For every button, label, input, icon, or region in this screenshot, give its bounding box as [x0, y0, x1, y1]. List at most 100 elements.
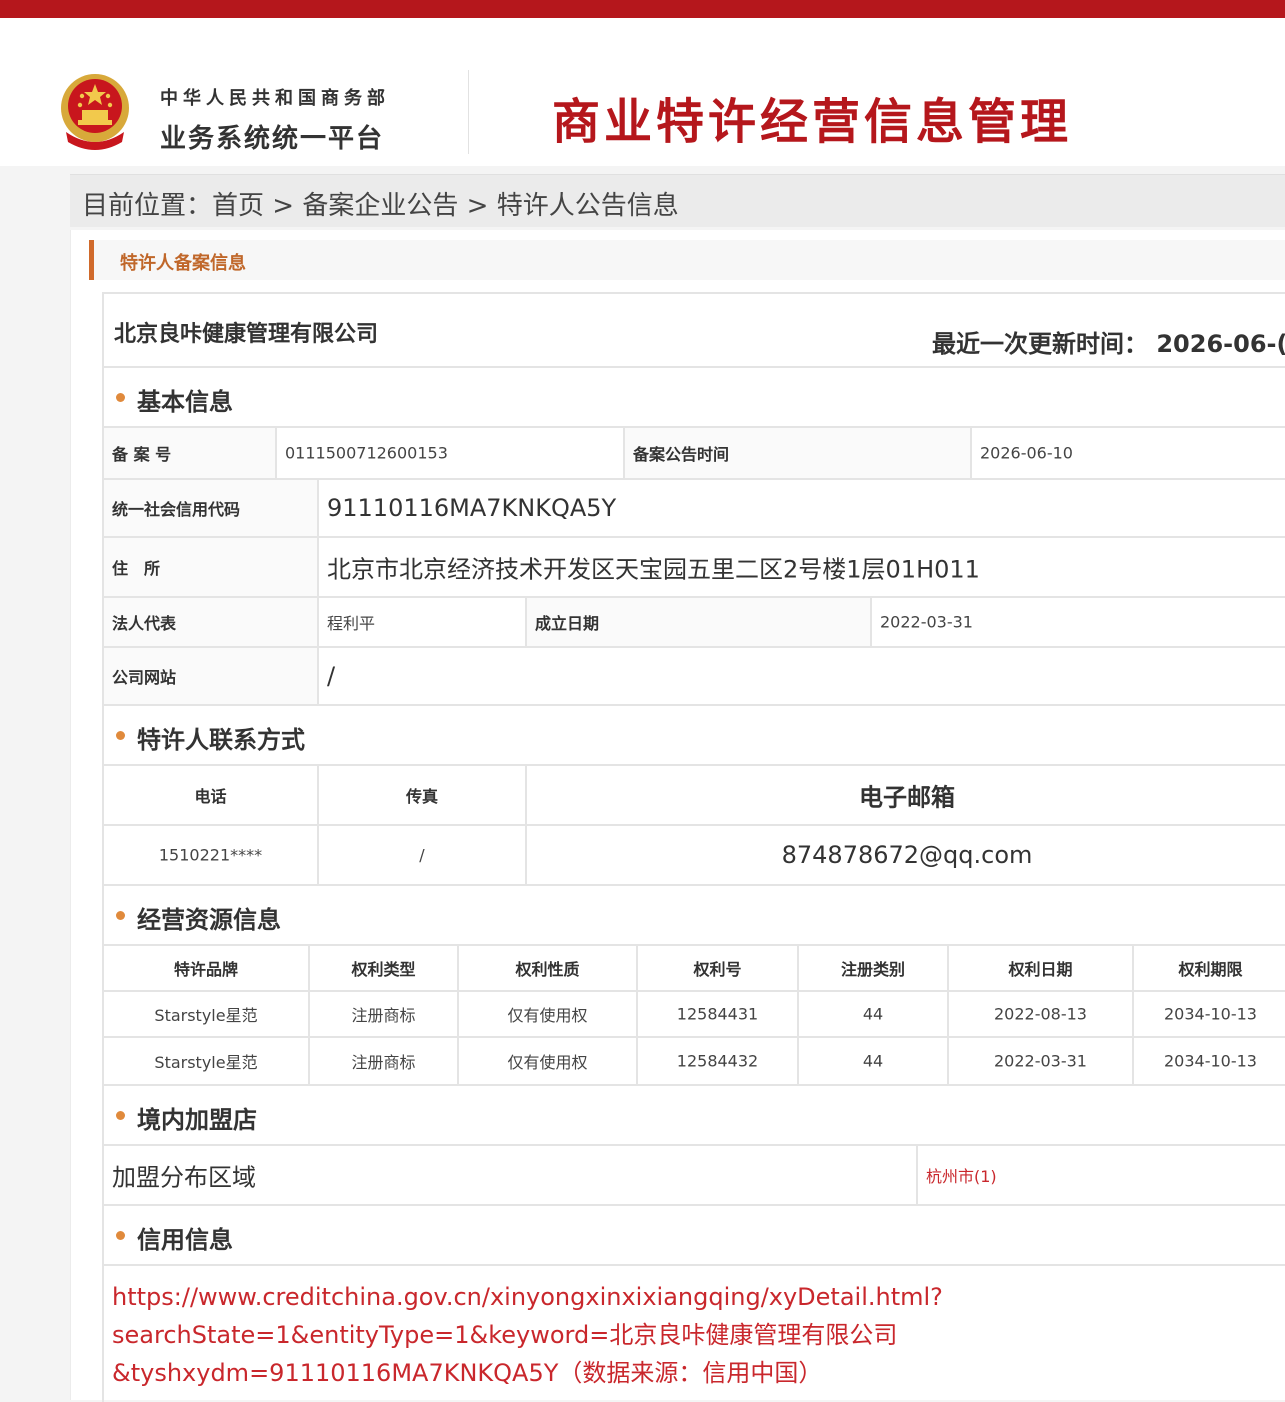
header-cell: 传真 [319, 766, 527, 824]
section-contact: 特许人联系方式 [104, 706, 1285, 766]
value-cell: 0111500712600153 [277, 428, 625, 478]
section-stores: 境内加盟店 [104, 1086, 1285, 1146]
right-no-value: 12584431 [676, 1004, 759, 1024]
label-cell: 备 案 号 [104, 428, 277, 478]
breadcrumb-announcements[interactable]: 备案企业公告 [302, 191, 458, 221]
panel-title: 特许人备案信息 [120, 253, 246, 274]
address-value: 北京市北京经济技术开发区天宝园五里二区2号楼1层01H011 [327, 555, 980, 584]
credit-link-line2[interactable]: searchState=1&entityType=1&keyword=北京良咔健… [112, 1316, 1282, 1354]
found-date-value: 2022-03-31 [880, 612, 973, 632]
section-basic-info: 基本信息 [104, 368, 1285, 428]
label-cell: 备案公告时间 [625, 428, 972, 478]
fax-label: 传真 [405, 787, 438, 806]
brand-value: Starstyle星范 [154, 1006, 258, 1025]
credit-link-line3[interactable]: &tyshxydm=91110116MA7KNKQA5Y（数据来源：信用中国） [112, 1354, 1282, 1392]
phone-value: 1510221**** [158, 845, 263, 865]
value-cell: 2026-06-10 [972, 428, 1285, 478]
resources-header-row: 特许品牌 权利类型 权利性质 权利号 注册类别 权利日期 权利期限 [104, 946, 1285, 992]
column-header: 注册类别 [799, 946, 949, 990]
value-cell: 91110116MA7KNKQA5Y [319, 480, 1285, 536]
section-title: 信用信息 [137, 1226, 233, 1254]
row-legal-rep: 法人代表 程利平 成立日期 2022-03-31 [104, 598, 1285, 648]
section-credit: 信用信息 [104, 1206, 1285, 1266]
table-cell: 注册商标 [310, 992, 459, 1036]
bullet-dot-icon [116, 731, 125, 740]
label-cell: 住 所 [104, 538, 319, 596]
breadcrumb-current: 特许人公告信息 [496, 191, 679, 221]
label-cell: 法人代表 [104, 598, 319, 646]
website-value: / [327, 662, 336, 690]
value-cell: / [319, 826, 527, 884]
right-type-value: 注册商标 [351, 1053, 416, 1072]
col-right-date: 权利日期 [1008, 960, 1073, 979]
value-cell: 程利平 [319, 598, 527, 646]
breadcrumb-separator: > [466, 191, 489, 221]
credit-info-link[interactable]: https://www.creditchina.gov.cn/xinyongxi… [112, 1278, 1282, 1392]
table-cell: 44 [799, 1038, 949, 1084]
address-label: 住 所 [112, 559, 161, 578]
reg-class-value: 44 [862, 1004, 884, 1024]
column-header: 权利性质 [459, 946, 638, 990]
phone-label: 电话 [194, 787, 227, 806]
value-cell: 1510221**** [104, 826, 319, 884]
right-term-value: 2034-10-13 [1164, 1004, 1257, 1024]
breadcrumb-home[interactable]: 首页 [212, 191, 264, 221]
store-area-link[interactable]: 杭州市(1) [926, 1163, 997, 1187]
email-value[interactable]: 874878672@qq.com [527, 841, 1285, 869]
right-term-value: 2034-10-13 [1164, 1051, 1257, 1071]
breadcrumb-text: 目前位置：首页 > 备案企业公告 > 特许人公告信息 [82, 185, 679, 222]
label-cell: 公司网站 [104, 648, 319, 704]
bullet-dot-icon [116, 1231, 125, 1240]
update-time-label: 最近一次更新时间： [932, 330, 1148, 358]
org-name-line2: 业务系统统一平台 [160, 124, 385, 154]
section-resources: 经营资源信息 [104, 886, 1285, 946]
store-area-label: 加盟分布区域 [112, 1163, 256, 1192]
row-website: 公司网站 / [104, 648, 1285, 706]
legal-rep-value: 程利平 [327, 614, 376, 633]
contact-value-row: 1510221**** / 874878672@qq.com [104, 826, 1285, 886]
company-row: 北京良咔健康管理有限公司 最近一次更新时间： 2026-06-( [104, 294, 1285, 368]
row-address: 住 所 北京市北京经济技术开发区天宝园五里二区2号楼1层01H011 [104, 538, 1285, 598]
table-row: Starstyle星范 注册商标 仅有使用权 12584432 44 2022-… [104, 1038, 1285, 1086]
header-cell: 电话 [104, 766, 319, 824]
col-brand: 特许品牌 [173, 960, 238, 979]
update-time: 最近一次更新时间： 2026-06-( [932, 324, 1285, 359]
reg-class-value: 44 [862, 1051, 884, 1071]
table-cell: 2022-03-31 [949, 1038, 1134, 1084]
top-red-bar [0, 0, 1285, 18]
table-cell: 注册商标 [310, 1038, 459, 1084]
credit-link-line3-text[interactable]: &tyshxydm=91110116MA7KNKQA5Y [112, 1359, 558, 1387]
right-nature-value: 仅有使用权 [507, 1053, 588, 1072]
section-title: 经营资源信息 [137, 906, 281, 934]
value-cell: 2022-03-31 [872, 598, 1285, 646]
website-label: 公司网站 [112, 668, 177, 687]
value-cell: 874878672@qq.com [527, 826, 1285, 884]
breadcrumb: 目前位置：首页 > 备案企业公告 > 特许人公告信息 [70, 174, 1285, 227]
table-cell: 2022-08-13 [949, 992, 1134, 1036]
contact-header-row: 电话 传真 电子邮箱 [104, 766, 1285, 826]
right-date-value: 2022-03-31 [994, 1051, 1087, 1071]
announce-time-label: 备案公告时间 [633, 445, 730, 464]
record-content: 北京良咔健康管理有限公司 最近一次更新时间： 2026-06-( 基本信息 备 … [102, 292, 1285, 1402]
site-header: 中华人民共和国商务部 业务系统统一平台 商业特许经营信息管理 [0, 18, 1285, 166]
table-cell: 12584432 [638, 1038, 799, 1084]
bullet-dot-icon [116, 911, 125, 920]
table-cell: 2034-10-13 [1134, 992, 1285, 1036]
breadcrumb-prefix: 目前位置： [82, 191, 213, 221]
panel-header: 特许人备案信息 [89, 240, 1285, 280]
fax-value: / [419, 845, 425, 865]
org-name-line1: 中华人民共和国商务部 [160, 88, 390, 109]
announce-time-value: 2026-06-10 [980, 443, 1073, 463]
header-divider [468, 70, 469, 154]
system-title: 商业特许经营信息管理 [552, 94, 1073, 150]
value-cell: 北京市北京经济技术开发区天宝园五里二区2号楼1层01H011 [319, 538, 1285, 596]
col-right-no: 权利号 [693, 960, 742, 979]
label-cell: 成立日期 [527, 598, 872, 646]
legal-rep-label: 法人代表 [112, 614, 177, 633]
col-reg-class: 注册类别 [840, 960, 905, 979]
right-nature-value: 仅有使用权 [507, 1006, 588, 1025]
credit-link-line1[interactable]: https://www.creditchina.gov.cn/xinyongxi… [112, 1278, 1282, 1316]
record-no-value: 0111500712600153 [285, 443, 448, 463]
table-cell: 2034-10-13 [1134, 1038, 1285, 1084]
section-title: 特许人联系方式 [137, 726, 305, 754]
